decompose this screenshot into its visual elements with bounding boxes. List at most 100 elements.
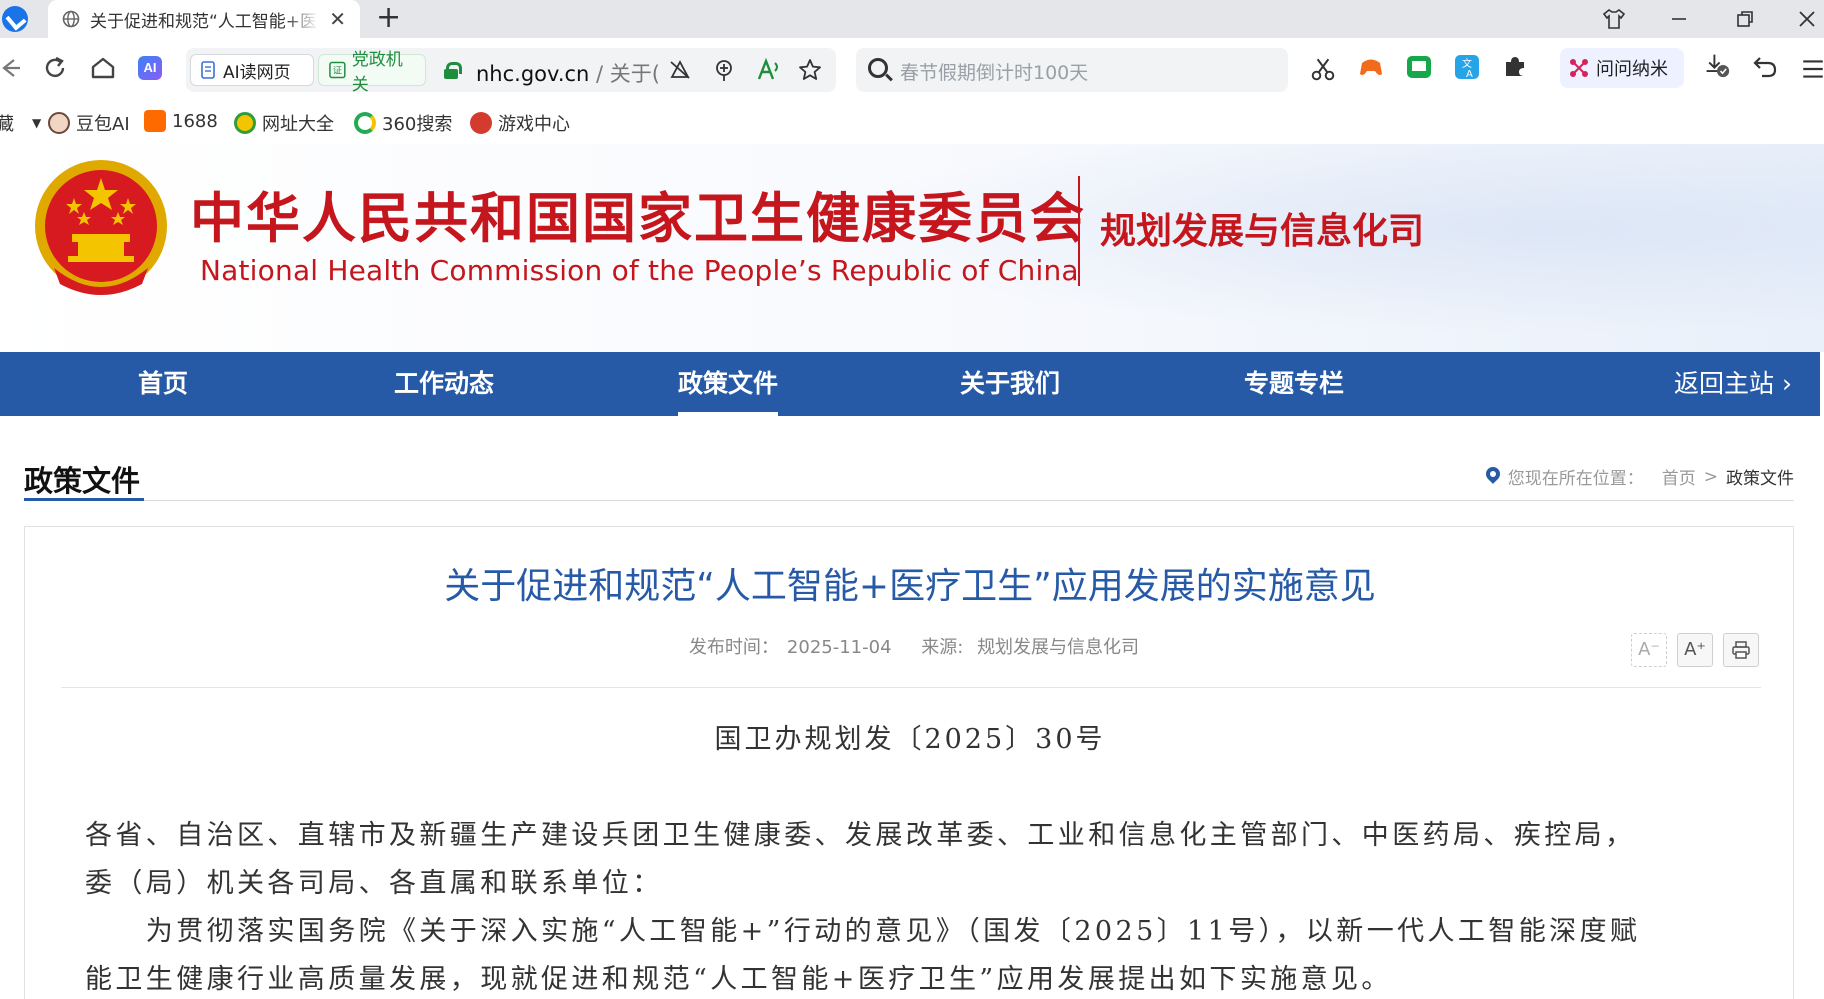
nav-back-to-main-site[interactable]: 返回主站 › bbox=[1674, 352, 1792, 416]
lock-icon[interactable] bbox=[444, 62, 462, 79]
article-paragraph: 委（局）机关各司局、各直属和联系单位： bbox=[85, 868, 663, 899]
search-box[interactable]: 春节假期倒计时100天 bbox=[856, 48, 1288, 92]
undo-icon[interactable] bbox=[1752, 54, 1778, 80]
article-meta: 发布时间： 2025-11-04 来源: 规划发展与信息化司 bbox=[25, 633, 1795, 659]
bookmark-label: 1688 bbox=[172, 110, 218, 132]
translate-off-icon[interactable] bbox=[668, 59, 692, 81]
game-center-icon bbox=[470, 112, 492, 134]
menu-icon[interactable] bbox=[1800, 56, 1824, 82]
nav-about-us[interactable]: 关于我们 bbox=[960, 352, 1060, 416]
caret-down-icon: ▼ bbox=[32, 116, 42, 130]
minimize-icon[interactable] bbox=[1668, 8, 1690, 30]
ai-read-page-button[interactable]: AI读网页 bbox=[190, 54, 314, 86]
reload-icon[interactable] bbox=[42, 55, 68, 81]
bookmark-item[interactable]: 网址大全 bbox=[234, 110, 334, 136]
bookmark-label: 360搜索 bbox=[382, 114, 453, 135]
360-search-icon bbox=[354, 112, 376, 134]
game-controller-icon[interactable] bbox=[1358, 54, 1384, 80]
read-aloud-icon[interactable] bbox=[756, 57, 782, 83]
header-divider bbox=[1078, 176, 1080, 286]
arrow-left-icon[interactable] bbox=[0, 56, 20, 80]
ai-assistant-icon[interactable]: AI bbox=[138, 56, 162, 80]
section-divider bbox=[24, 500, 1794, 501]
certificate-icon: 证 bbox=[329, 61, 346, 79]
address-bar[interactable]: AI读网页 证 党政机关 nhc.gov.cn / 关于( bbox=[186, 48, 836, 95]
printer-icon bbox=[1732, 641, 1750, 659]
tab-close-icon[interactable]: ✕ bbox=[329, 7, 346, 31]
gov-agency-label: 党政机关 bbox=[351, 50, 403, 95]
search-icon bbox=[868, 58, 888, 78]
ask-nami-button[interactable]: 问问纳米 bbox=[1560, 48, 1684, 88]
download-icon[interactable] bbox=[1704, 52, 1730, 78]
doubao-avatar-icon bbox=[48, 112, 70, 134]
search-placeholder: 春节假期倒计时100天 bbox=[900, 62, 1089, 84]
document-number: 国卫办规划发〔2025〕30号 bbox=[714, 724, 1106, 755]
font-decrease-button[interactable]: A⁻ bbox=[1631, 633, 1667, 667]
article-paragraph: 能卫生健康行业高质量发展，现就促进和规范“人工智能+医疗卫生”应用发展提出如下实… bbox=[85, 964, 1392, 995]
ai-read-page-label: AI读网页 bbox=[223, 62, 291, 83]
bookmarks-bar: 藏 ▼ 豆包AI 1688 网址大全 360搜索 游戏中心 bbox=[0, 100, 1824, 144]
scissors-icon[interactable] bbox=[1310, 56, 1336, 82]
browser-logo-icon[interactable] bbox=[2, 6, 28, 32]
site-header: 中华人民共和国国家卫生健康委员会 National Health Commiss… bbox=[0, 144, 1824, 352]
publish-info: 发布时间： 2025-11-04 bbox=[681, 637, 892, 658]
bookmark-label: 豆包AI bbox=[76, 114, 130, 135]
1688-logo-icon bbox=[144, 110, 166, 132]
ask-nami-label: 问问纳米 bbox=[1596, 59, 1668, 80]
location-target-icon[interactable] bbox=[712, 58, 736, 82]
breadcrumb-current[interactable]: 政策文件 bbox=[1726, 464, 1794, 489]
url-path: / 关于( bbox=[589, 62, 660, 86]
main-nav: 首页 工作动态 政策文件 关于我们 专题专栏 返回主站 › bbox=[0, 352, 1820, 416]
shirt-icon[interactable] bbox=[1602, 8, 1626, 30]
book-extension-icon[interactable] bbox=[1406, 54, 1432, 80]
breadcrumb: 您现在所在位置： 首页 > 政策文件 bbox=[1486, 464, 1794, 489]
bookmarks-overflow[interactable]: 藏 ▼ bbox=[0, 110, 41, 136]
site-name-en: National Health Commission of the People… bbox=[200, 254, 1079, 287]
article-card: 关于促进和规范“人工智能+医疗卫生”应用发展的实施意见 发布时间： 2025-11… bbox=[24, 526, 1794, 999]
bookmark-item[interactable]: 1688 bbox=[144, 110, 218, 132]
bookmark-item[interactable]: 豆包AI bbox=[48, 110, 130, 136]
source-info: 来源: 规划发展与信息化司 bbox=[913, 637, 1139, 658]
source-label: 来源: bbox=[921, 637, 970, 658]
nav-work-news[interactable]: 工作动态 bbox=[394, 352, 494, 416]
gov-agency-badge[interactable]: 证 党政机关 bbox=[318, 50, 426, 95]
star-icon[interactable] bbox=[798, 58, 822, 82]
close-window-icon[interactable] bbox=[1796, 8, 1818, 30]
new-tab-button[interactable]: + bbox=[376, 2, 401, 34]
translate-icon[interactable]: 文 A bbox=[1454, 54, 1480, 80]
svg-text:证: 证 bbox=[333, 66, 342, 77]
breadcrumb-prefix: 您现在所在位置： bbox=[1507, 469, 1644, 489]
restore-icon[interactable] bbox=[1734, 8, 1756, 30]
print-button[interactable] bbox=[1723, 633, 1759, 667]
publish-date: 2025-11-04 bbox=[786, 637, 892, 658]
article-paragraph: 为贯彻落实国务院《关于深入实施“人工智能+”行动的意见》（国发〔2025〕11号… bbox=[85, 916, 1641, 947]
bookmark-label: 网址大全 bbox=[262, 114, 334, 135]
font-increase-button[interactable]: A⁺ bbox=[1677, 633, 1713, 667]
article-paragraph: 各省、自治区、直辖市及新疆生产建设兵团卫生健康委、发展改革委、工业和信息化主管部… bbox=[85, 820, 1636, 851]
national-emblem-icon[interactable] bbox=[32, 156, 170, 302]
url-domain: nhc.gov.cn bbox=[476, 62, 590, 86]
article-header-divider bbox=[61, 687, 1761, 688]
svg-text:A: A bbox=[1466, 69, 1473, 80]
bookmark-item[interactable]: 游戏中心 bbox=[470, 110, 570, 136]
url-text[interactable]: nhc.gov.cn / 关于( bbox=[476, 58, 660, 88]
nav-home[interactable]: 首页 bbox=[138, 352, 188, 416]
browser-tab-active[interactable]: 关于促进和规范“人工智能+医疗卫生”应用发展的实施意见 ✕ bbox=[48, 0, 360, 38]
article-title: 关于促进和规范“人工智能+医疗卫生”应用发展的实施意见 bbox=[444, 566, 1376, 607]
puzzle-icon[interactable] bbox=[1502, 54, 1528, 80]
section-title: 政策文件 bbox=[24, 464, 141, 498]
bookmark-label: 游戏中心 bbox=[498, 114, 570, 135]
nav-special-topics[interactable]: 专题专栏 bbox=[1244, 352, 1344, 416]
url-directory-icon bbox=[234, 112, 256, 134]
breadcrumb-home-link[interactable]: 首页 bbox=[1662, 464, 1696, 489]
bookmark-item[interactable]: 360搜索 bbox=[354, 110, 452, 136]
nav-policy-documents[interactable]: 政策文件 bbox=[678, 352, 779, 416]
department-name: 规划发展与信息化司 bbox=[1100, 211, 1425, 252]
network-icon bbox=[1570, 59, 1588, 77]
map-pin-icon bbox=[1486, 467, 1500, 487]
bookmarks-overflow-label: 藏 bbox=[0, 114, 14, 135]
breadcrumb-separator: > bbox=[1703, 466, 1718, 487]
tab-title: 关于促进和规范“人工智能+医疗卫生”应用发展的实施意见 bbox=[90, 11, 319, 32]
publish-label: 发布时间： bbox=[688, 637, 779, 658]
home-icon[interactable] bbox=[90, 55, 116, 81]
